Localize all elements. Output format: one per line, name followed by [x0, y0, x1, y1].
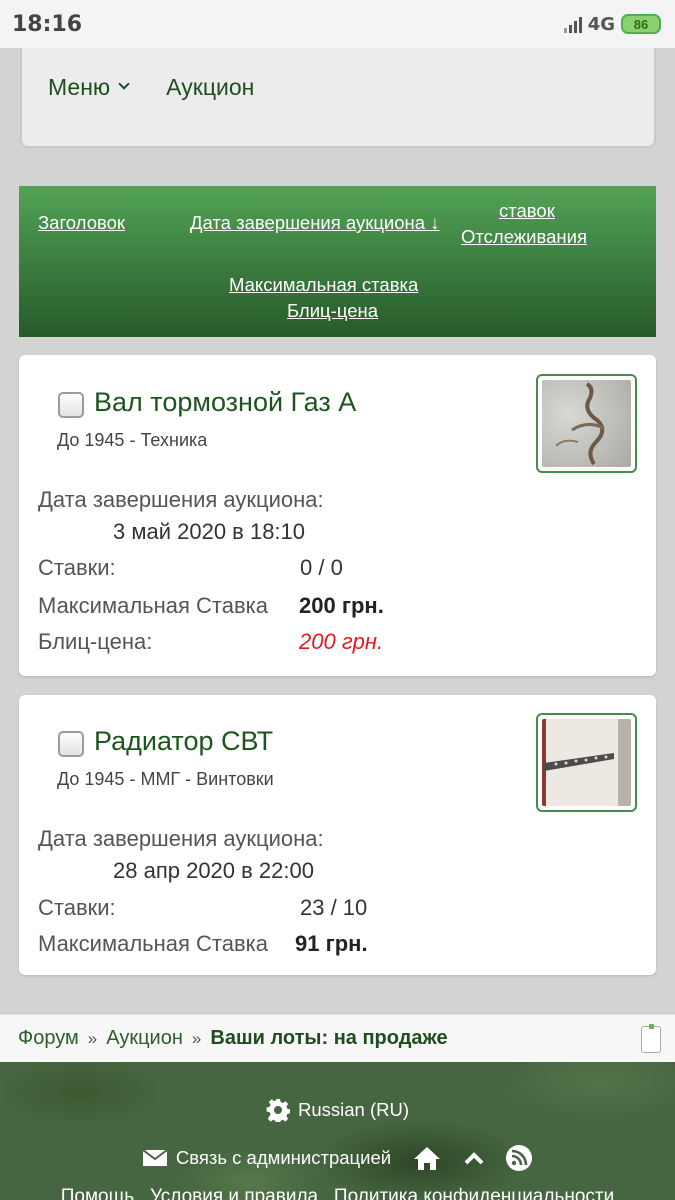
- breadcrumb-auction[interactable]: Аукцион: [106, 1027, 183, 1050]
- lot-card: Вал тормозной Газ А До 1945 - Техника Да…: [19, 355, 656, 676]
- status-bar: 18:16 4G 86: [0, 0, 675, 48]
- lot-title[interactable]: Вал тормозной Газ А: [94, 387, 356, 418]
- end-date-value: 3 май 2020 в 18:10: [113, 519, 306, 544]
- network-type: 4G: [587, 13, 615, 35]
- sort-header: Заголовок Дата завершения аукциона ↓ ста…: [19, 186, 656, 337]
- lot-category[interactable]: До 1945 - Техника: [57, 430, 207, 451]
- sort-by-watching[interactable]: Отслеживания: [461, 226, 587, 248]
- footer-links-label: Помощь Условия и правила Политика конфид…: [60, 1186, 615, 1200]
- footer-actions: Связь с администрацией: [0, 1144, 675, 1172]
- signal-icon: [563, 15, 582, 33]
- lot-photo: [542, 380, 631, 467]
- bids-value: 0 / 0: [300, 555, 343, 580]
- contact-link[interactable]: Связь с администрацией: [142, 1147, 391, 1169]
- lot-thumbnail[interactable]: [536, 374, 637, 473]
- language-label: Russian (RU): [297, 1099, 410, 1120]
- end-date-label: Дата завершения аукциона:: [38, 487, 324, 512]
- breadcrumb: Форум » Аукцион » Ваши лоты: на продаже: [0, 1014, 675, 1062]
- battery-icon: 86: [621, 14, 661, 34]
- sort-by-bids[interactable]: ставок: [499, 200, 555, 222]
- bids-value: 23 / 10: [300, 895, 368, 920]
- sort-by-blitz[interactable]: Блиц-цена: [287, 300, 378, 322]
- lot-title[interactable]: Радиатор СВТ: [94, 726, 273, 757]
- envelope-icon: [142, 1149, 168, 1166]
- contact-label: Связь с администрацией: [175, 1147, 392, 1168]
- lot-photo: [542, 719, 631, 806]
- breadcrumb-separator: »: [87, 1028, 98, 1048]
- chevron-down-icon: [118, 78, 130, 90]
- footer-links[interactable]: Помощь Условия и правила Политика конфид…: [0, 1186, 675, 1200]
- lot-checkbox[interactable]: [58, 392, 84, 418]
- breadcrumb-separator: »: [191, 1028, 202, 1048]
- max-bid-label: Максимальная Ставка: [38, 593, 269, 618]
- max-bid-value: 91 грн.: [295, 931, 368, 956]
- breadcrumb-current: Ваши лоты: на продаже: [210, 1027, 448, 1049]
- top-nav: Меню Аукцион: [20, 48, 656, 148]
- brake-shaft-image: [555, 382, 605, 466]
- menu-label: Меню: [48, 73, 111, 100]
- scroll-top-icon[interactable]: [463, 1150, 485, 1166]
- max-bid-label: Максимальная Ставка: [38, 931, 269, 956]
- radiator-image: [542, 719, 631, 806]
- status-time: 18:16: [12, 11, 83, 37]
- auction-label: Аукцион: [166, 73, 255, 100]
- sort-by-title[interactable]: Заголовок: [38, 212, 125, 234]
- home-icon[interactable]: [413, 1145, 441, 1171]
- status-indicators: 4G 86: [563, 13, 661, 35]
- lot-category[interactable]: До 1945 - ММГ - Винтовки: [57, 769, 274, 790]
- language-selector[interactable]: Russian (RU): [0, 1098, 675, 1122]
- lot-thumbnail[interactable]: [536, 713, 637, 812]
- menu-button[interactable]: Меню: [48, 73, 130, 101]
- auction-link[interactable]: Аукцион: [166, 74, 254, 101]
- end-date-label: Дата завершения аукциона:: [38, 826, 324, 851]
- bids-label: Ставки:: [38, 555, 116, 580]
- max-bid-value: 200 грн.: [299, 593, 384, 618]
- battery-level: 86: [633, 16, 649, 32]
- blitz-value: 200 грн.: [299, 629, 384, 654]
- new-document-icon[interactable]: [641, 1024, 661, 1053]
- gear-icon: [266, 1099, 290, 1122]
- footer: Russian (RU) Связь с администрацией Помо…: [0, 1062, 675, 1200]
- rss-icon[interactable]: [505, 1144, 533, 1172]
- lot-card: Радиатор СВТ До 1945 - ММГ - Винтовки Да…: [19, 695, 656, 975]
- bids-label: Ставки:: [38, 895, 116, 920]
- blitz-label: Блиц-цена:: [38, 629, 153, 654]
- sort-by-max-bid[interactable]: Максимальная ставка: [229, 274, 418, 296]
- lot-checkbox[interactable]: [58, 731, 84, 757]
- sort-by-end-date[interactable]: Дата завершения аукциона ↓: [190, 212, 439, 234]
- end-date-value: 28 апр 2020 в 22:00: [113, 858, 314, 883]
- breadcrumb-forum[interactable]: Форум: [18, 1027, 79, 1050]
